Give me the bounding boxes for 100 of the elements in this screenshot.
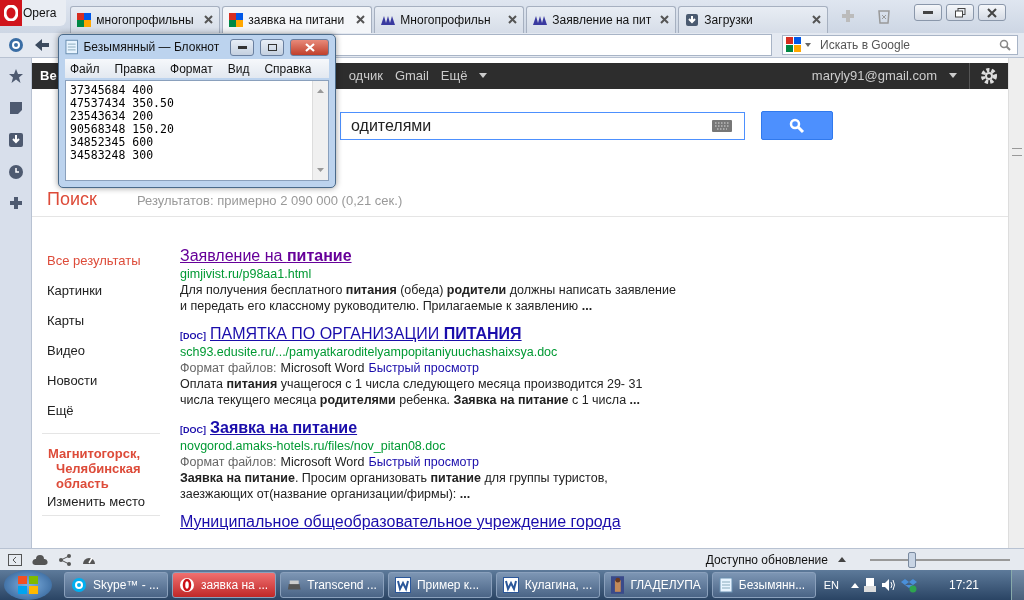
browser-tab[interactable]: Загрузки [678,5,829,33]
caret-up-icon[interactable] [838,557,846,562]
tab-title: заявка на питани [248,12,346,27]
close-button[interactable] [290,38,329,56]
search-heading: Поиск [47,188,97,210]
plus-icon[interactable] [8,195,23,210]
notepad-icon [65,39,79,55]
search-type-link[interactable]: Все результаты [32,245,160,276]
quick-view-link[interactable]: Быстрый просмотр [368,360,479,375]
result-title-link[interactable]: ПАМЯТКА ПО ОРГАНИЗАЦИИ ПИТАНИЯ [210,323,522,344]
result-snippet: Для получения бесплатного питания (обеда) родители должны написать заявление и передать его классному руководителю. Прилагаемые к заявлению ... [180,281,677,314]
search-type-link[interactable]: Карты [32,305,160,336]
close-icon [987,7,998,18]
caret-icon[interactable] [949,73,957,79]
google-search-engine-icon[interactable] [786,36,812,53]
search-type-link[interactable]: Ещё [32,395,160,426]
update-notice[interactable]: Доступно обновление [705,552,828,567]
text-line: 23543634 200 [70,110,155,123]
notepad-icon [718,577,733,593]
close-button[interactable] [978,4,1007,21]
restore-button[interactable] [946,4,975,21]
taskbar-button[interactable]: Кулагина, ... [495,572,600,598]
speaker-icon[interactable] [881,578,897,592]
minimize-button[interactable] [914,4,943,21]
file-format-label: Формат файлов: [180,360,277,375]
zoom-slider-thumb[interactable] [908,551,916,568]
menu-item[interactable]: Файл [70,61,100,76]
share-icon[interactable] [58,552,72,567]
search-type-link[interactable]: Новости [32,365,160,396]
menu-item[interactable]: Справка [264,61,312,76]
doc-tag: [DOC] [180,327,206,344]
taskbar-button[interactable]: ГЛАДЕЛУПА [603,572,708,598]
search-button[interactable] [761,111,833,141]
result-url: gimjivist.ru/p98aa1.html [180,265,313,282]
result-url: sch93.edusite.ru/.../pamyatkaroditelyampopitaniyuuchashaixsya.doc [180,343,559,360]
zoom-slider[interactable] [870,550,1010,569]
result-snippet: Оплата питания учащегося с 1 числа следующего месяца производится 29- 31 числа текущего месяца родителями ребенка. Заявка на питание с 1 числа ... [180,375,644,408]
change-location-link[interactable]: Изменить место [32,493,160,509]
minimize-icon [237,45,247,49]
close-icon[interactable] [660,15,670,25]
clock-icon[interactable] [7,163,24,180]
result-title-link[interactable]: Муниципальное общеобразовательное учреждение города [180,511,621,532]
keyboard-icon[interactable] [712,119,732,132]
back-arrow-icon[interactable] [34,37,50,52]
opera-menu-button[interactable]: Opera [0,0,67,26]
show-desktop-button[interactable] [1011,570,1024,600]
start-button[interactable] [4,570,52,600]
google-favicon-icon [229,12,244,27]
close-icon[interactable] [508,15,518,25]
search-type-link[interactable]: Картинки [32,275,160,306]
google-bar-link[interactable]: Ещё [440,68,468,84]
text-line: 47537434 350.50 [70,97,175,110]
search-box[interactable]: одителями [340,111,745,140]
browser-tab[interactable]: Многопрофильн [374,5,525,33]
cloud-icon[interactable] [32,553,48,566]
mail-panel-icon[interactable] [8,36,24,53]
browser-tab[interactable]: многопрофильны [70,5,221,33]
clock-time[interactable]: 17:21 [949,578,979,592]
panel-toggle-icon[interactable] [8,553,22,566]
download-icon[interactable] [7,131,24,148]
windows-logo-icon [17,575,39,595]
google-bar-link[interactable]: Gmail [394,68,429,84]
note-icon[interactable] [7,99,24,116]
skype-icon [70,577,87,593]
close-icon[interactable] [812,15,822,25]
tab-title: многопрофильны [96,12,195,27]
language-indicator[interactable]: EN [823,579,839,591]
quick-view-link[interactable]: Быстрый просмотр [368,454,479,469]
browser-search-box[interactable]: Искать в Google [782,34,1018,55]
taskbar-button[interactable]: Transcend ... [279,572,384,598]
google-bar-link[interactable]: Ве [40,68,57,84]
minimize-button[interactable] [230,38,255,56]
text-line: 34852345 600 [70,136,155,149]
caret-icon[interactable] [479,73,488,79]
close-icon[interactable] [204,15,214,25]
account-link[interactable]: maryly91@gmail.com [811,68,937,84]
taskbar-button[interactable]: заявка на ... [171,572,276,598]
search-type-link[interactable]: Видео [32,335,160,366]
opera-logo-icon [4,5,18,21]
browser-tab[interactable]: заявка на питани [222,5,373,33]
result-title-link[interactable]: Заявление на питание [180,245,352,266]
menu-item[interactable]: Формат [170,61,213,76]
taskbar-button[interactable]: Skype™ - ... [63,572,168,598]
caret-up-icon[interactable] [851,582,859,588]
taskbar-button[interactable]: Безымянн... [711,572,816,598]
result-title-link[interactable]: Заявка на питание [210,417,358,438]
google-bar-link[interactable]: одчик [348,68,383,84]
address-field[interactable] [332,33,772,56]
download-icon [685,12,700,27]
scrollbar[interactable] [1008,57,1024,549]
menu-item[interactable]: Правка [114,61,156,76]
star-icon[interactable] [7,67,24,84]
maximize-button[interactable] [260,38,285,56]
browser-tab[interactable]: Заявление на пит [526,5,677,33]
close-icon[interactable] [356,15,366,25]
file-format-label: Формат файлов: [180,454,277,469]
menu-item[interactable]: Вид [227,61,250,76]
taskbar-button[interactable]: Пример к... [387,572,492,598]
window-title: Безымянный — Блокнот [83,40,220,54]
search-icon[interactable] [999,38,1011,51]
